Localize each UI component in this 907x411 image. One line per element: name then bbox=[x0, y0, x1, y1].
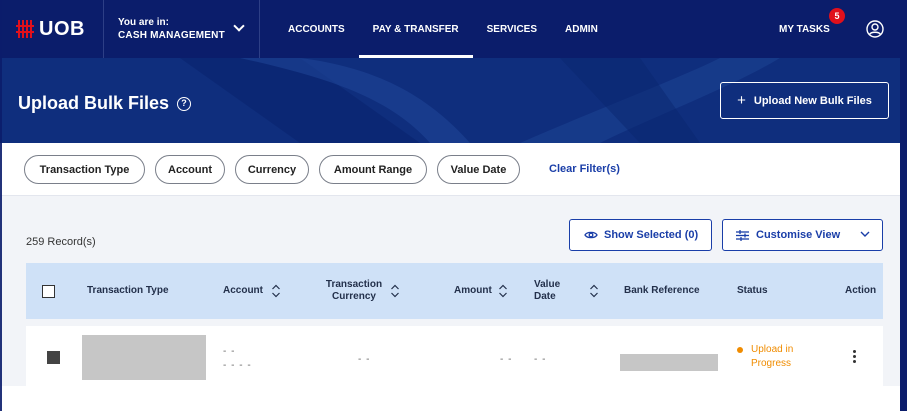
sort-icon[interactable] bbox=[498, 284, 508, 298]
table-header: Transaction Type Account Transaction Cur… bbox=[26, 263, 883, 319]
header-account[interactable]: Account bbox=[223, 285, 263, 297]
more-actions-icon[interactable] bbox=[853, 350, 857, 366]
show-selected-button[interactable]: Show Selected (0) bbox=[569, 219, 712, 251]
nav-pay-transfer[interactable]: PAY & TRANSFER bbox=[358, 0, 473, 58]
top-navigation: UOB You are in: CASH MANAGEMENT ACCOUNTS… bbox=[0, 0, 907, 58]
page-title-text: Upload Bulk Files bbox=[18, 93, 170, 113]
filter-account[interactable]: Account bbox=[155, 155, 225, 184]
sliders-icon bbox=[736, 229, 749, 241]
sort-icon[interactable] bbox=[589, 284, 599, 298]
chevron-down-icon bbox=[860, 231, 870, 237]
filter-bar: Transaction Type Account Currency Amount… bbox=[0, 143, 907, 196]
table-section: 259 Record(s) Show Selected (0) Customis… bbox=[0, 196, 907, 386]
window-frame-left bbox=[0, 0, 2, 411]
profile-icon[interactable] bbox=[866, 20, 884, 38]
context-switcher[interactable]: You are in: CASH MANAGEMENT bbox=[104, 0, 260, 58]
brand-logo[interactable]: UOB bbox=[0, 0, 104, 58]
status-line1: Upload in bbox=[751, 344, 794, 355]
amount-cell: - - bbox=[500, 354, 513, 365]
header-value-date-line2: Date bbox=[534, 291, 556, 302]
nav-admin[interactable]: ADMIN bbox=[565, 0, 598, 58]
sort-icon[interactable] bbox=[390, 284, 400, 298]
filter-amount-range[interactable]: Amount Range bbox=[319, 155, 427, 184]
clear-filters-link[interactable]: Clear Filter(s) bbox=[549, 163, 620, 175]
bank-reference-placeholder bbox=[620, 354, 718, 371]
nav-accounts[interactable]: ACCOUNTS bbox=[288, 0, 345, 58]
page-banner: Upload Bulk Files ? + Upload New Bulk Fi… bbox=[0, 58, 907, 143]
brand-name: UOB bbox=[39, 17, 85, 40]
plus-icon: + bbox=[737, 92, 746, 109]
show-selected-label: Show Selected (0) bbox=[604, 229, 699, 241]
upload-button-label: Upload New Bulk Files bbox=[753, 94, 872, 107]
header-status: Status bbox=[737, 285, 768, 296]
status-cell: Upload in Progress bbox=[737, 343, 794, 371]
help-icon[interactable]: ? bbox=[177, 96, 192, 111]
account-line1: - - bbox=[223, 346, 236, 357]
upload-new-bulk-files-button[interactable]: + Upload New Bulk Files bbox=[720, 82, 889, 119]
eye-icon bbox=[584, 231, 598, 239]
row-checkbox[interactable] bbox=[47, 351, 60, 364]
transaction-type-placeholder bbox=[82, 335, 206, 380]
header-value-date[interactable]: Value Date bbox=[534, 279, 560, 303]
customise-view-label: Customise View bbox=[756, 229, 841, 241]
header-transaction-currency-line2: Currency bbox=[332, 291, 376, 302]
sort-icon[interactable] bbox=[271, 284, 281, 298]
customise-view-button[interactable]: Customise View bbox=[722, 219, 883, 251]
header-bank-reference: Bank Reference bbox=[624, 285, 700, 296]
record-count: 259 Record(s) bbox=[26, 236, 96, 248]
nav-services[interactable]: SERVICES bbox=[487, 0, 537, 58]
tasks-count-badge: 5 bbox=[829, 8, 845, 24]
header-transaction-type: Transaction Type bbox=[87, 285, 169, 296]
filter-transaction-type[interactable]: Transaction Type bbox=[24, 155, 145, 184]
header-amount[interactable]: Amount bbox=[454, 285, 492, 297]
filter-currency[interactable]: Currency bbox=[235, 155, 309, 184]
main-menu: ACCOUNTS PAY & TRANSFER SERVICES ADMIN bbox=[288, 0, 626, 58]
select-all-checkbox[interactable] bbox=[42, 285, 55, 298]
value-date-cell: - - bbox=[534, 354, 547, 365]
table-row[interactable]: - - - - - - - - - - - - Upload in Progre… bbox=[26, 326, 883, 386]
header-action: Action bbox=[845, 285, 877, 296]
uob-logo-icon bbox=[16, 20, 36, 38]
header-transaction-currency[interactable]: Transaction Currency bbox=[325, 279, 383, 303]
filter-value-date[interactable]: Value Date bbox=[437, 155, 520, 184]
currency-cell: - - bbox=[358, 354, 371, 365]
window-frame-right bbox=[900, 0, 907, 411]
status-line2: Progress bbox=[751, 358, 792, 369]
status-dot-icon bbox=[737, 347, 743, 353]
account-line2: - - - - bbox=[223, 360, 252, 371]
my-tasks-link[interactable]: MY TASKS bbox=[779, 0, 830, 58]
page-title: Upload Bulk Files ? bbox=[18, 93, 192, 114]
header-value-date-line1: Value bbox=[534, 279, 561, 290]
header-transaction-currency-line1: Transaction bbox=[325, 279, 383, 290]
